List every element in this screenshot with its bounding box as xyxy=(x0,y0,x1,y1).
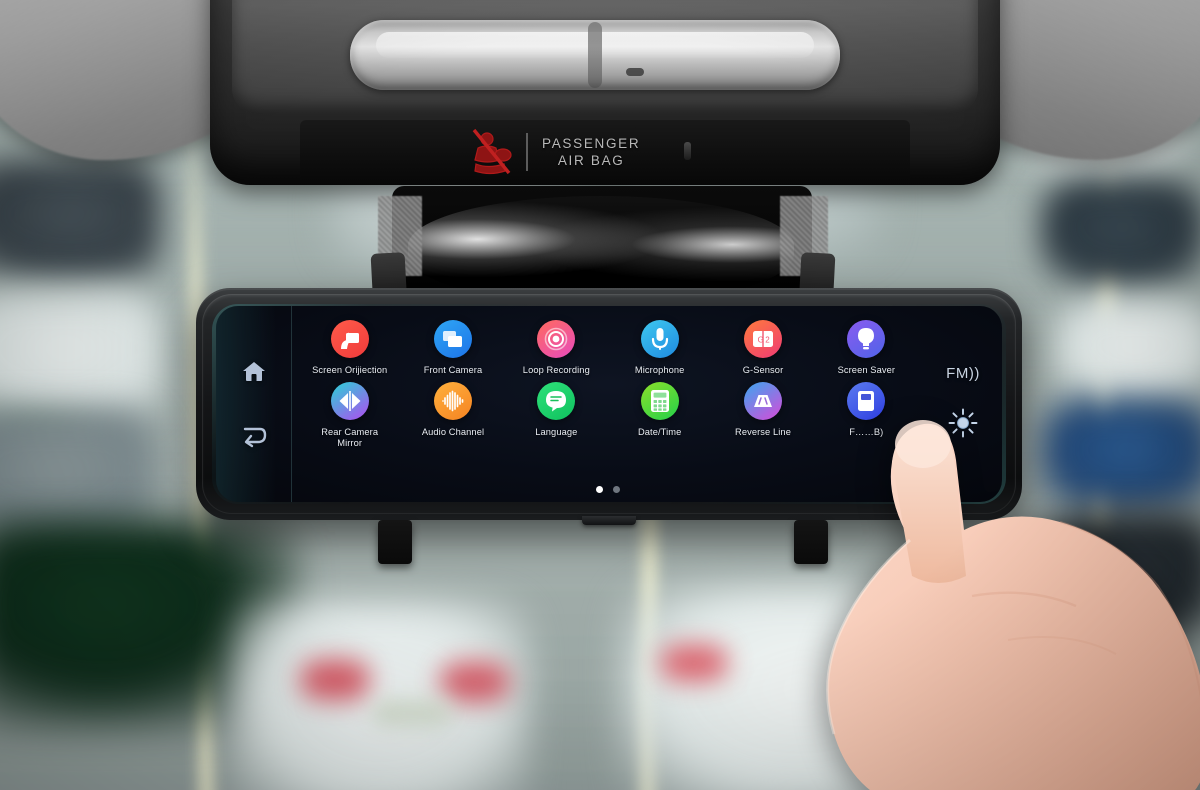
traffic-car xyxy=(0,290,160,420)
menu-tile[interactable]: Date/Time xyxy=(608,382,711,449)
airbag-divider xyxy=(526,133,528,171)
dome-light-seam xyxy=(588,22,602,88)
menu-tile-label: Screen Orijiection xyxy=(312,365,388,375)
date-time-icon[interactable] xyxy=(640,382,679,420)
rear-view-mirror-device: Screen Orijiection Front Camera Loop Recor… xyxy=(196,288,1022,520)
fm-transmitter-button[interactable]: FM)) xyxy=(946,365,980,382)
menu-tile-label: Reverse Line xyxy=(735,427,791,437)
right-control-rail: FM)) xyxy=(924,306,1002,502)
g-sensor-icon[interactable]: G2 xyxy=(743,320,782,358)
traffic-car xyxy=(1040,512,1200,642)
no-passenger-airbag-icon xyxy=(470,128,512,176)
mirror-touchscreen[interactable]: Screen Orijiection Front Camera Loop Recor… xyxy=(216,306,1002,502)
menu-tile[interactable]: Reverse Line xyxy=(711,382,814,449)
menu-tile[interactable]: Microphone xyxy=(608,320,711,376)
overhead-console: PASSENGER AIR BAG xyxy=(0,0,1200,215)
traffic-car xyxy=(620,585,980,790)
menu-tile[interactable]: G 2 G-Sensor xyxy=(711,320,814,376)
menu-tile-label: Date/Time xyxy=(637,427,682,437)
rear-camera-mirror-icon[interactable] xyxy=(330,382,369,420)
svg-text:2: 2 xyxy=(765,336,770,345)
home-button[interactable] xyxy=(234,353,274,389)
menu-tile[interactable]: Audio Channel xyxy=(401,382,504,449)
back-return-arrow-icon xyxy=(240,425,268,449)
menu-tile-label: Audio Channel xyxy=(421,427,485,437)
language-icon[interactable] xyxy=(537,382,576,420)
audio-channel-icon[interactable] xyxy=(433,382,472,420)
menu-tile-label: Loop Recording xyxy=(522,365,590,375)
mirror-strap-bottom-right xyxy=(794,520,828,564)
menu-tile[interactable]: Language xyxy=(505,382,608,449)
menu-tile-label: F……B) xyxy=(849,427,884,437)
tail-light xyxy=(300,660,370,700)
menu-tile[interactable]: F……B) xyxy=(815,382,918,449)
svg-text:G: G xyxy=(758,336,764,345)
menu-tile-label: Rear Camera Mirror xyxy=(321,427,379,448)
loop-recording-icon[interactable] xyxy=(537,320,576,358)
menu-tile-label: Language xyxy=(535,427,578,437)
mirror-strap-bottom-left xyxy=(378,520,412,564)
front-camera-icon[interactable] xyxy=(433,320,472,358)
license-plate xyxy=(372,700,452,726)
home-icon xyxy=(242,360,266,382)
brightness-sun-icon xyxy=(948,408,978,442)
dome-light-switch xyxy=(626,68,644,76)
menu-tile[interactable]: Screen Orijiection xyxy=(298,320,401,376)
menu-tile[interactable]: Screen Saver xyxy=(815,320,918,376)
left-nav-rail xyxy=(216,306,292,502)
menu-tile[interactable]: Front Camera xyxy=(401,320,504,376)
reverse-line-icon[interactable] xyxy=(743,382,782,420)
mirror-bottom-notch xyxy=(582,516,636,525)
page-indicator[interactable] xyxy=(292,486,924,493)
screen-projection-icon[interactable] xyxy=(330,320,369,358)
tail-light xyxy=(440,662,510,702)
menu-tile-label: G-Sensor xyxy=(742,365,784,375)
format-icon[interactable] xyxy=(847,382,886,420)
traffic-car xyxy=(1040,400,1200,510)
menu-tile[interactable]: Rear Camera Mirror xyxy=(298,382,401,449)
traffic-car xyxy=(1055,300,1200,400)
scene-root: PASSENGER AIR BAG Screen Orijiection Fro… xyxy=(0,0,1200,790)
back-button[interactable] xyxy=(234,419,274,455)
tail-light xyxy=(880,645,948,681)
lightbulb-icon[interactable] xyxy=(847,320,886,358)
page-dot[interactable] xyxy=(613,486,620,493)
menu-tile-label: Front Camera xyxy=(423,365,483,375)
airbag-line-1: PASSENGER xyxy=(542,136,641,151)
airbag-warning-text: PASSENGER AIR BAG xyxy=(542,135,640,169)
microphone-icon[interactable] xyxy=(640,320,679,358)
console-sensor xyxy=(684,142,691,160)
menu-tile[interactable]: Loop Recording xyxy=(505,320,608,376)
airbag-line-2: AIR BAG xyxy=(557,153,625,168)
menu-tile-label: Microphone xyxy=(634,365,685,375)
tail-light xyxy=(660,645,728,681)
passenger-airbag-warning: PASSENGER AIR BAG xyxy=(470,128,640,176)
settings-menu-area: Screen Orijiection Front Camera Loop Recor… xyxy=(292,306,924,502)
brightness-button[interactable] xyxy=(948,408,978,443)
menu-tile-label: Screen Saver xyxy=(837,365,896,375)
page-dot[interactable] xyxy=(596,486,603,493)
settings-icon-grid: Screen Orijiection Front Camera Loop Recor… xyxy=(298,320,918,449)
